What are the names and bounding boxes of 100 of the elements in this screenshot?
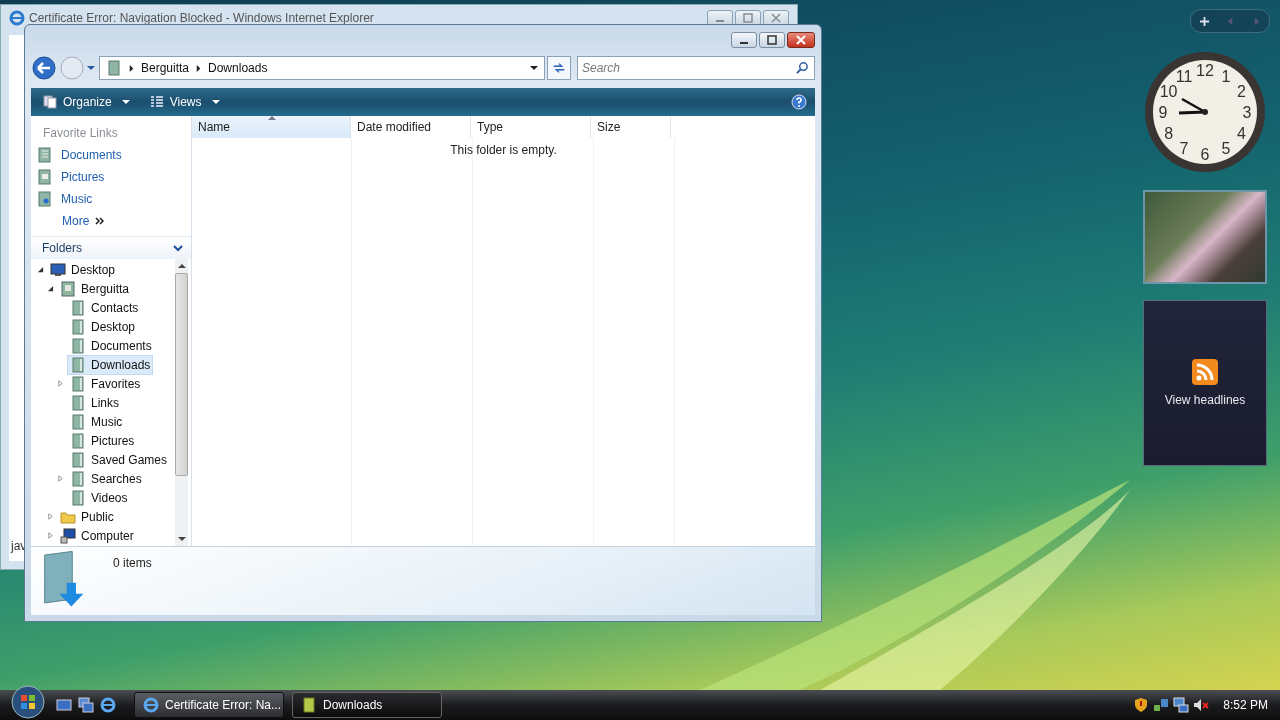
tree-item[interactable]: Desktop [67, 316, 139, 337]
breadcrumb-item[interactable]: Berguitta [141, 61, 190, 75]
folder-icon [106, 60, 122, 76]
toolbar-menu-button[interactable]: Views [145, 93, 224, 111]
search-icon [796, 61, 809, 74]
folder-icon [70, 432, 86, 449]
breadcrumb-item[interactable]: Downloads [208, 61, 268, 75]
expanded-triangle-icon[interactable] [37, 266, 44, 273]
tree-item[interactable]: Links [67, 392, 122, 413]
tree-item[interactable]: Computer [57, 525, 137, 546]
breadcrumb-arrow-icon[interactable] [195, 64, 203, 72]
document-folder-icon [37, 147, 53, 163]
toolbar-menu-button[interactable]: Organize [39, 93, 134, 111]
dropdown-arrow-icon[interactable] [530, 64, 538, 72]
taskbar-button[interactable]: Downloads [292, 692, 442, 718]
speaker-muted-icon[interactable] [1193, 697, 1210, 713]
tree-item[interactable]: Downloads [67, 354, 154, 375]
folders-header[interactable]: Folders [31, 236, 191, 259]
rss-icon[interactable] [1192, 359, 1218, 385]
tree-item[interactable]: Documents [67, 335, 155, 356]
close-icon [771, 13, 781, 23]
browser-e-icon [143, 697, 159, 713]
minimize-button[interactable] [731, 32, 757, 48]
item-count: 0 items [113, 556, 152, 570]
chevron-icon [173, 244, 183, 252]
sort-arrow-icon [268, 116, 276, 120]
scrollbar[interactable] [175, 259, 188, 546]
tree-item[interactable]: Saved Games [67, 449, 171, 470]
tree-item[interactable]: Contacts [67, 297, 142, 318]
help-icon [791, 94, 807, 110]
folder-icon [70, 318, 86, 335]
clock-numeral: 7 [1179, 140, 1189, 158]
tree-item[interactable]: Public [57, 506, 117, 527]
taskbar-button[interactable]: Certificate Error: Na... [134, 692, 284, 718]
address-bar[interactable]: Berguitta Downloads [99, 56, 545, 80]
browser-e-icon[interactable] [100, 697, 116, 713]
scroll-thumb[interactable] [175, 273, 188, 476]
clock-numeral: 9 [1158, 104, 1168, 121]
help-button[interactable] [791, 94, 807, 110]
maximize-button[interactable] [759, 32, 785, 48]
scroll-down-icon[interactable] [177, 536, 186, 542]
caret-icon [121, 98, 130, 106]
folder-icon [70, 451, 86, 468]
network-icon[interactable] [1153, 697, 1170, 713]
maximize-icon [743, 13, 753, 23]
minimize-icon [716, 20, 724, 22]
scroll-up-icon[interactable] [177, 263, 186, 269]
clock-numeral: 5 [1221, 140, 1231, 158]
maximize-icon [767, 35, 777, 45]
back-button[interactable] [31, 55, 57, 81]
folder-icon [70, 375, 86, 392]
double-chevron-icon [95, 217, 106, 225]
clock-numeral: 4 [1236, 125, 1246, 142]
collapsed-triangle-icon[interactable] [47, 532, 54, 539]
close-button[interactable] [787, 32, 815, 48]
tree-item[interactable]: Pictures [67, 430, 138, 451]
folder-icon [70, 413, 86, 430]
computer-icon[interactable] [1173, 697, 1190, 713]
column-header[interactable]: Name [192, 116, 351, 138]
browser-e-icon [9, 10, 25, 26]
empty-folder-message: This folder is empty. [449, 143, 558, 157]
pages-icon [43, 95, 57, 109]
folder-icon [70, 337, 86, 354]
tree-item[interactable]: Berguitta [57, 278, 133, 299]
tree-item[interactable]: Music [67, 411, 126, 432]
breadcrumb-arrow-icon[interactable] [128, 64, 135, 72]
favorite-link[interactable]: Documents [37, 144, 191, 166]
close-icon [796, 35, 806, 45]
refresh-icon [552, 61, 566, 75]
search-field[interactable]: Search [577, 56, 815, 80]
favorite-link[interactable]: Pictures [37, 166, 191, 188]
folder-icon [70, 489, 86, 506]
switch-windows-icon[interactable] [78, 697, 94, 713]
list-view-icon [149, 95, 164, 109]
expanded-triangle-icon[interactable] [47, 285, 54, 292]
favorite-link[interactable]: Music [37, 188, 191, 210]
more-link[interactable]: More [37, 210, 191, 232]
collapsed-triangle-icon[interactable] [47, 513, 54, 520]
shield-icon[interactable] [1133, 697, 1150, 713]
collapsed-triangle-icon[interactable] [57, 475, 64, 482]
folder-icon [301, 697, 317, 713]
monitor-icon [50, 261, 66, 278]
tree-item[interactable]: Desktop [47, 259, 119, 280]
show-desktop-icon[interactable] [56, 697, 72, 713]
refresh-button[interactable] [547, 56, 571, 80]
clock-numeral: 8 [1164, 125, 1174, 142]
start-button[interactable] [10, 684, 46, 720]
clock-numeral: 2 [1236, 83, 1246, 100]
tree-item[interactable]: Videos [67, 487, 131, 508]
tree-item[interactable]: Searches [67, 468, 145, 489]
clock-hands [1178, 97, 1208, 115]
user-folder-icon [60, 280, 76, 297]
clock-numeral: 1 [1221, 67, 1231, 85]
collapsed-triangle-icon[interactable] [57, 380, 64, 387]
view-headlines-link[interactable]: View headlines [1164, 393, 1246, 407]
clock-numeral: 3 [1242, 104, 1252, 121]
add-icon[interactable] [1198, 15, 1210, 27]
tree-item[interactable]: Favorites [67, 373, 144, 394]
clock-time[interactable]: 8:52 PM [1223, 698, 1268, 712]
folder-icon [70, 356, 86, 373]
